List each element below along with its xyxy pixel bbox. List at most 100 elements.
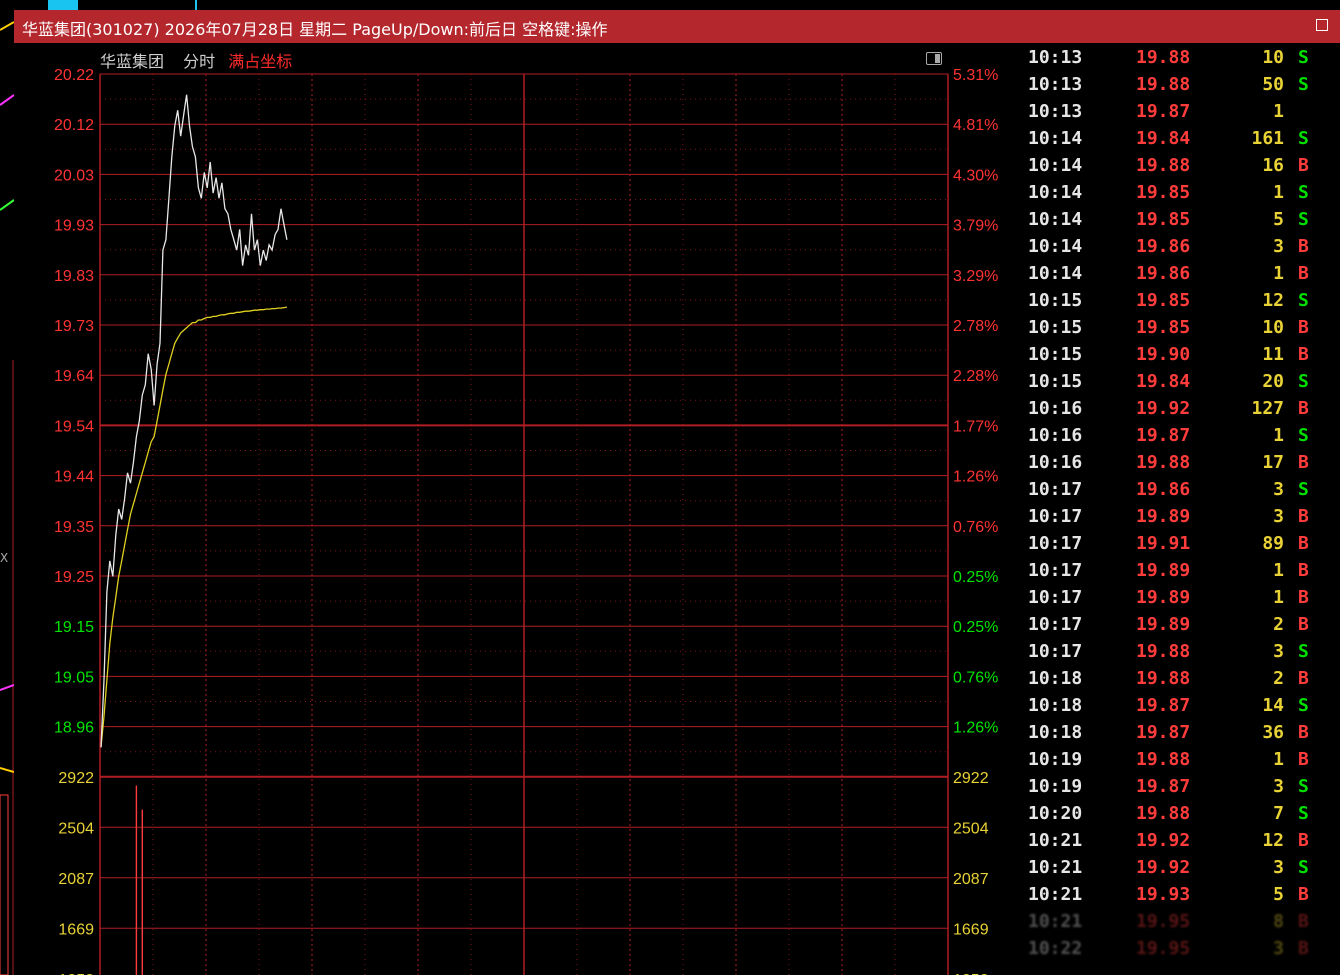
tick-volume: 2 — [1273, 614, 1284, 635]
tick-volume: 3 — [1273, 776, 1284, 797]
price-axis-label: 20.12 — [54, 117, 94, 134]
tick-side: B — [1298, 938, 1309, 959]
pct-axis-label: 1.77% — [953, 418, 998, 435]
tick-volume: 3 — [1273, 506, 1284, 527]
tick-side: S — [1298, 182, 1309, 203]
tick-side: B — [1298, 533, 1309, 554]
tick-row: 10:18 19.87 14 S — [1022, 692, 1340, 719]
price-axis-label: 19.44 — [54, 469, 94, 486]
price-axis-label: 19.05 — [54, 669, 94, 686]
tick-volume: 12 — [1262, 290, 1284, 311]
tick-volume: 127 — [1251, 398, 1284, 419]
tick-side: B — [1298, 452, 1309, 473]
tick-row: 10:14 19.84 161 S — [1022, 125, 1340, 152]
tick-time: 10:20 — [1028, 803, 1083, 824]
tick-price: 19.88 — [1136, 155, 1191, 176]
tick-side: S — [1298, 479, 1309, 500]
tick-volume: 1 — [1273, 101, 1284, 122]
tick-row: 10:17 19.89 1 B — [1022, 584, 1340, 611]
tick-price: 19.88 — [1136, 668, 1191, 689]
tick-time: 10:17 — [1028, 587, 1083, 608]
tick-side: B — [1298, 506, 1309, 527]
tick-price: 19.88 — [1136, 803, 1191, 824]
tick-row: 10:17 19.89 3 B — [1022, 503, 1340, 530]
tick-side: S — [1298, 371, 1309, 392]
price-axis-label: 19.15 — [54, 619, 94, 636]
tick-volume: 3 — [1273, 479, 1284, 500]
tick-time: 10:15 — [1028, 371, 1083, 392]
volume-axis-label-right: 2504 — [953, 820, 989, 837]
tick-row: 10:21 19.92 12 B — [1022, 827, 1340, 854]
tick-side: B — [1298, 830, 1309, 851]
tick-price: 19.84 — [1136, 128, 1191, 149]
tick-volume: 11 — [1262, 344, 1284, 365]
tick-volume: 3 — [1273, 857, 1284, 878]
tick-price: 19.92 — [1136, 857, 1191, 878]
tick-row: 10:14 19.85 5 S — [1022, 206, 1340, 233]
tick-side: S — [1298, 641, 1309, 662]
tick-price: 19.85 — [1136, 317, 1191, 338]
price-axis-label: 19.35 — [54, 519, 94, 536]
tick-price: 19.93 — [1136, 884, 1191, 905]
tick-volume: 36 — [1262, 722, 1284, 743]
tick-side: B — [1298, 911, 1309, 932]
tick-row: 10:13 19.88 50 S — [1022, 71, 1340, 98]
tick-time: 10:17 — [1028, 479, 1083, 500]
tick-price: 19.88 — [1136, 74, 1191, 95]
tick-row: 10:21 19.95 8 B — [1022, 908, 1340, 935]
tick-volume: 5 — [1273, 209, 1284, 230]
intraday-chart: 20.22 20.12 20.03 19.93 19.83 19.73 19.64 19.54… — [54, 67, 998, 975]
tick-row: 10:19 19.87 3 S — [1022, 773, 1340, 800]
tick-volume: 10 — [1262, 47, 1284, 68]
tick-price: 19.92 — [1136, 398, 1191, 419]
tick-volume: 50 — [1262, 74, 1284, 95]
tick-side: S — [1298, 776, 1309, 797]
tick-side: B — [1298, 344, 1309, 365]
tick-price: 19.87 — [1136, 101, 1191, 122]
tick-time: 10:17 — [1028, 506, 1083, 527]
tick-side: B — [1298, 236, 1309, 257]
tick-row: 10:16 19.92 127 B — [1022, 395, 1340, 422]
volume-axis-label-right: 2922 — [953, 770, 989, 787]
tick-price: 19.86 — [1136, 236, 1191, 257]
volume-axis-label-right: 2087 — [953, 871, 989, 888]
panel-toggle-icon[interactable] — [926, 52, 942, 65]
tick-side: S — [1298, 74, 1309, 95]
volume-axis-label: 2504 — [58, 820, 94, 837]
tick-volume: 1 — [1273, 560, 1284, 581]
tick-side: B — [1298, 722, 1309, 743]
tick-volume: 8 — [1273, 911, 1284, 932]
tick-time: 10:16 — [1028, 425, 1083, 446]
tick-row: 10:22 19.95 3 B — [1022, 935, 1340, 962]
tick-price: 19.84 — [1136, 371, 1191, 392]
volume-axis-label: 2087 — [58, 871, 94, 888]
tick-volume: 3 — [1273, 938, 1284, 959]
tick-time: 10:18 — [1028, 722, 1083, 743]
tick-side: B — [1298, 668, 1309, 689]
tick-price: 19.89 — [1136, 560, 1191, 581]
chart-mode[interactable]: 分时 — [183, 52, 215, 71]
price-axis-label: 18.96 — [54, 720, 94, 737]
tick-time: 10:19 — [1028, 776, 1083, 797]
tick-row: 10:17 19.89 1 B — [1022, 557, 1340, 584]
tick-row: 10:21 19.92 3 S — [1022, 854, 1340, 881]
tick-list[interactable]: 10:13 19.88 10 S 10:13 19.88 50 S 10:13 19.87 1 10:… — [1022, 44, 1340, 975]
tick-volume: 7 — [1273, 803, 1284, 824]
tick-row: 10:14 19.88 16 B — [1022, 152, 1340, 179]
volume-axis-label: 2922 — [58, 770, 94, 787]
tick-row: 10:18 19.87 36 B — [1022, 719, 1340, 746]
tick-volume: 1 — [1273, 587, 1284, 608]
coord-mode[interactable]: 满占坐标 — [228, 52, 292, 71]
tick-side: B — [1298, 587, 1309, 608]
tick-side: B — [1298, 263, 1309, 284]
tick-time: 10:21 — [1028, 884, 1083, 905]
tick-side: B — [1298, 155, 1309, 176]
tick-volume: 1 — [1273, 263, 1284, 284]
price-axis-label: 19.93 — [54, 218, 94, 235]
tick-volume: 161 — [1251, 128, 1284, 149]
tick-row: 10:14 19.85 1 S — [1022, 179, 1340, 206]
maximize-button[interactable] — [1316, 19, 1328, 31]
tick-side: B — [1298, 398, 1309, 419]
tick-price: 19.89 — [1136, 506, 1191, 527]
tick-time: 10:13 — [1028, 101, 1083, 122]
